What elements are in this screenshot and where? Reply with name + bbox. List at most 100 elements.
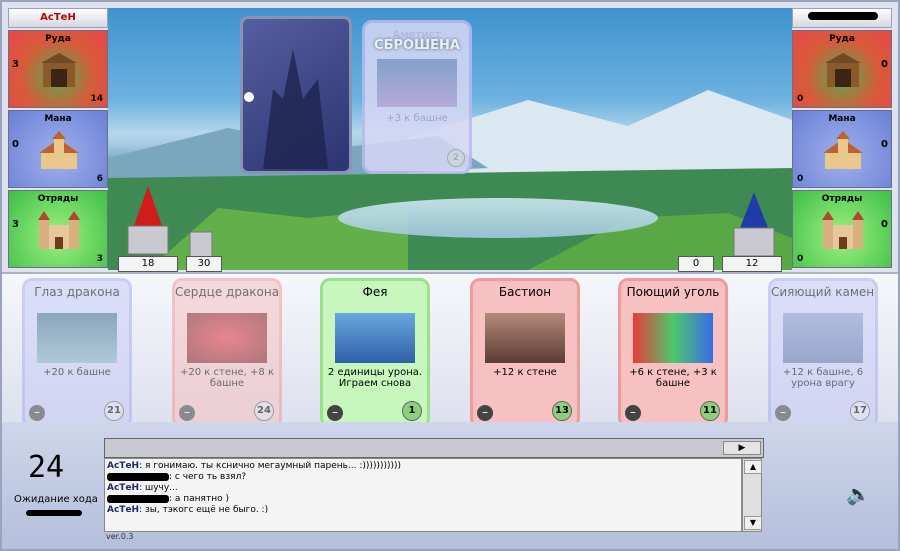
castle-art: [244, 49, 328, 169]
chat-line: : а панятно ): [107, 494, 739, 505]
resource-amount: 0: [797, 94, 804, 104]
speaker-icon[interactable]: 🔈: [846, 482, 871, 506]
discard-button[interactable]: –: [29, 405, 45, 421]
opponent-wall-height: 0: [678, 256, 714, 272]
resource-troops-right: Отряды 0 0: [792, 190, 892, 268]
resource-prod: 0: [881, 139, 888, 150]
card-art: [335, 313, 415, 363]
mine-icon: [825, 53, 861, 87]
chat-text: : а панятно ): [169, 494, 229, 504]
chat-line: : с чего ть взял?: [107, 472, 739, 483]
hand-card[interactable]: Сердце дракона +20 к стене, +8 к башне –…: [172, 278, 282, 428]
card-desc: +12 к башне, 6 урона врагу: [782, 367, 864, 389]
card-desc: +6 к стене, +3 к башне: [629, 367, 717, 389]
discard-button[interactable]: –: [775, 405, 791, 421]
played-card-cost: 2: [447, 149, 465, 167]
discard-button[interactable]: –: [179, 405, 195, 421]
card-art: [783, 313, 863, 363]
magic-tower-icon: [39, 131, 79, 169]
waiting-status: Ожидание хода: [14, 494, 98, 505]
send-button[interactable]: ▶: [723, 441, 761, 455]
opponent-tower-height: 12: [722, 256, 782, 272]
resource-label: Отряды: [37, 194, 79, 204]
card-title: Сияющий камень: [771, 285, 875, 299]
card-desc: +20 к стене, +8 к башне: [180, 367, 274, 389]
resource-amount: 0: [797, 174, 804, 184]
resource-ore-left: Руда 3 14: [8, 30, 108, 108]
resource-troops-left: Отряды 3 3: [8, 190, 108, 268]
scroll-down-icon[interactable]: ▼: [744, 516, 762, 530]
resource-amount: 14: [90, 94, 103, 104]
resource-label: Мана: [44, 114, 72, 124]
discard-button[interactable]: –: [327, 405, 343, 421]
resource-amount: 0: [797, 254, 804, 264]
version-label: ver.0.3: [106, 532, 134, 541]
resource-amount: 3: [96, 254, 103, 264]
chat-text: : с чего ть взял?: [169, 472, 247, 482]
card-cost: 21: [104, 401, 124, 421]
resource-mana-left: Мана 0 6: [8, 110, 108, 188]
card-art: [37, 313, 117, 363]
card-art: [377, 59, 457, 107]
card-desc: +12 к стене: [493, 367, 557, 378]
magic-tower-icon: [823, 131, 863, 169]
opponent-name-redacted: [26, 510, 82, 516]
chat-log: АсТеН: я гонимаю. ты кснично мегаумный п…: [104, 458, 742, 532]
discard-button[interactable]: –: [477, 405, 493, 421]
resource-amount: 6: [96, 174, 103, 184]
scroll-up-icon[interactable]: ▲: [744, 460, 762, 474]
barracks-icon: [822, 211, 864, 249]
resource-label: Руда: [829, 34, 855, 44]
chat-line: АсТеН: шучу...: [107, 483, 739, 494]
card-cost: 1: [402, 401, 422, 421]
hand-card[interactable]: Сияющий камень +12 к башне, 6 урона враг…: [768, 278, 878, 428]
player-wall-icon: [189, 231, 213, 258]
discard-button[interactable]: –: [625, 405, 641, 421]
player-tower-icon: [127, 186, 169, 255]
resource-prod: 0: [881, 219, 888, 230]
chat-author: АсТеН: [107, 483, 140, 493]
mine-icon: [41, 53, 77, 87]
card-art: [485, 313, 565, 363]
resource-prod: 3: [12, 59, 19, 70]
hand-card[interactable]: Глаз дракона +20 к башне – 21: [22, 278, 132, 428]
chat-author: АсТеН: [107, 505, 140, 515]
hand-card[interactable]: Фея 2 единицы урона. Играем снова – 1: [320, 278, 430, 428]
chat-author: АсТеН: [107, 461, 140, 471]
resource-mana-right: Мана 0 0: [792, 110, 892, 188]
player-tower-height: 18: [118, 256, 178, 272]
resource-label: Мана: [828, 114, 856, 124]
opponent-panel: Руда 0 0 Мана 0 0 Отряды 0 0: [792, 8, 892, 270]
hand-area: Глаз дракона +20 к башне – 21 Сердце дра…: [2, 272, 898, 428]
hand-card[interactable]: Поющий уголь +6 к стене, +3 к башне – 11: [618, 278, 728, 428]
resource-label: Руда: [45, 34, 71, 44]
card-desc: 2 единицы урона. Играем снова: [327, 367, 423, 389]
player-wall-height: 30: [186, 256, 222, 272]
card-title: Бастион: [498, 285, 552, 299]
opponent-name-redacted: [808, 12, 878, 20]
redacted-author: [107, 494, 169, 503]
card-cost: 17: [850, 401, 870, 421]
chat-input[interactable]: ▶: [104, 438, 764, 458]
player-name: АсТеН: [8, 8, 108, 28]
played-card: Аметист СБРОШЕНА +3 к башне 2: [362, 20, 472, 174]
card-title: Сердце дракона: [175, 285, 279, 299]
card-title: Глаз дракона: [34, 285, 120, 299]
card-title: Поющий уголь: [626, 285, 720, 299]
resource-label: Отряды: [821, 194, 863, 204]
card-desc: +20 к башне: [43, 367, 111, 378]
chat-scrollbar[interactable]: ▲ ▼: [742, 458, 762, 532]
card-art: [187, 313, 267, 363]
resource-prod: 0: [12, 139, 19, 150]
discarded-stamp: СБРОШЕНА: [374, 38, 460, 53]
hand-card[interactable]: Бастион +12 к стене – 13: [470, 278, 580, 428]
turn-timer: 24: [28, 450, 65, 485]
player-panel: АсТеН Руда 3 14 Мана 0 6 Отряды 3 3: [8, 8, 108, 270]
barracks-icon: [38, 211, 80, 249]
resource-prod: 3: [12, 219, 19, 230]
chat-line: АсТеН: зы, тэкогс ещё не быго. :): [107, 505, 739, 516]
played-card-desc: +3 к башне: [386, 113, 448, 124]
resource-prod: 0: [881, 59, 888, 70]
opponent-tower-icon: [733, 192, 775, 257]
chat-line: АсТеН: я гонимаю. ты кснично мегаумный п…: [107, 461, 739, 472]
